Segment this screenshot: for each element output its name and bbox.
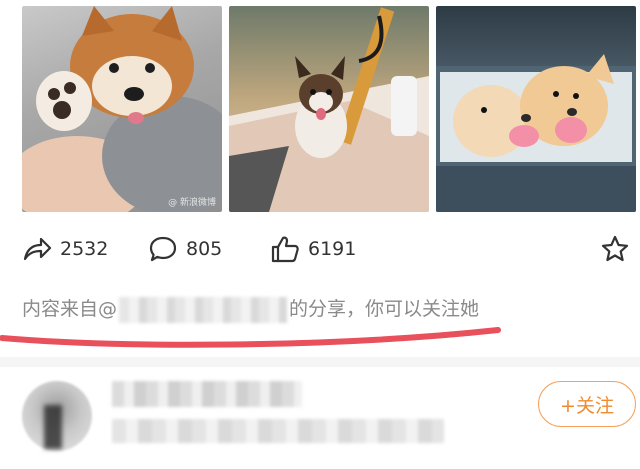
like-button[interactable]: 6191 (270, 226, 356, 272)
section-divider (0, 357, 640, 367)
red-underline-annotation (0, 327, 501, 348)
favorite-button[interactable] (600, 226, 630, 272)
source-prefix: 内容来自@ (22, 298, 118, 320)
share-count: 2532 (60, 238, 109, 260)
photo-thumbnail-corgi[interactable] (229, 6, 429, 212)
comment-button[interactable]: 805 (148, 226, 222, 272)
blurred-author-name[interactable] (112, 381, 302, 407)
photo-watermark: @ 新浪微博 (168, 198, 216, 208)
golden-retriever-puppies-illustration (436, 54, 636, 212)
corgi-puppy-illustration (229, 7, 429, 212)
shiba-puppy-illustration (22, 6, 222, 212)
share-button[interactable]: 2532 (22, 226, 108, 272)
follow-button[interactable]: +关注 (538, 381, 636, 427)
comment-icon (148, 234, 178, 264)
source-suffix: 的分享，你可以关注她 (289, 298, 480, 320)
avatar-figure (44, 405, 62, 449)
author-row: +关注 (0, 367, 640, 469)
photo-thumbnail-golden-retrievers[interactable] (436, 6, 636, 212)
star-icon (600, 234, 630, 264)
avatar[interactable] (22, 381, 92, 451)
share-icon (22, 234, 52, 264)
comment-count: 805 (186, 238, 223, 260)
blurred-author-bio (112, 419, 444, 443)
thumbs-up-icon (270, 234, 300, 264)
photo-thumbnail-shiba[interactable]: @ 新浪微博 (22, 6, 222, 212)
action-bar: 2532 805 6191 (0, 226, 640, 272)
like-count: 6191 (308, 238, 357, 260)
